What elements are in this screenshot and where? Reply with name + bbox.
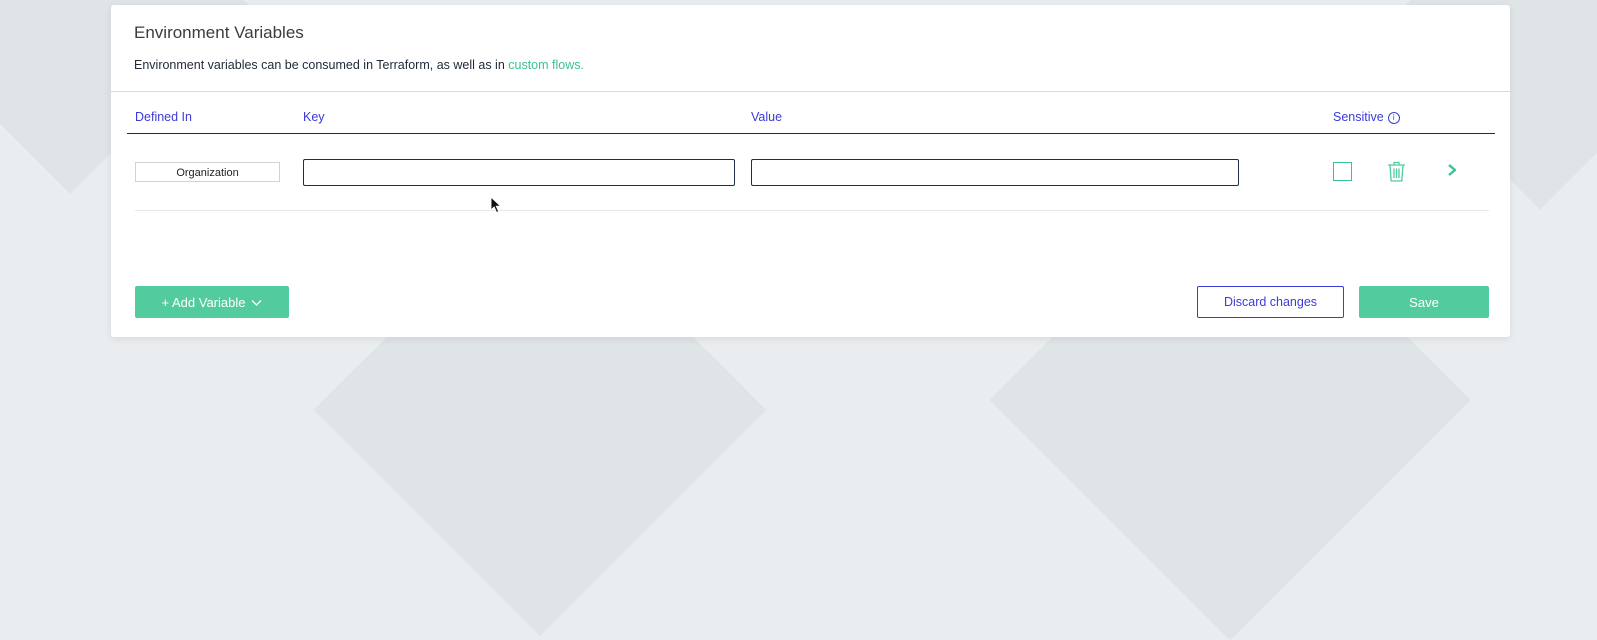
add-variable-button[interactable]: + Add Variable — [135, 286, 289, 318]
header-divider — [127, 133, 1495, 134]
trash-icon[interactable] — [1387, 161, 1406, 182]
value-input[interactable] — [751, 159, 1239, 186]
info-icon[interactable]: i — [1387, 111, 1400, 124]
defined-in-badge: Organization — [135, 162, 280, 182]
panel-title: Environment Variables — [134, 23, 304, 42]
column-header-defined-in: Defined In — [135, 110, 192, 124]
custom-flows-link[interactable]: custom flows. — [508, 58, 584, 72]
key-input[interactable] — [303, 159, 735, 186]
sensitive-label: Sensitive — [1333, 110, 1384, 124]
discard-changes-button[interactable]: Discard changes — [1197, 286, 1344, 318]
row-divider — [135, 210, 1489, 211]
column-header-sensitive: Sensitive i — [1333, 110, 1400, 124]
chevron-down-icon — [252, 300, 262, 306]
column-header-value: Value — [751, 110, 783, 124]
description-text: Environment variables can be consumed in… — [134, 58, 509, 72]
environment-variables-panel: Environment Variables Environment variab… — [111, 5, 1510, 337]
mouse-cursor-icon — [490, 196, 502, 214]
chevron-right-icon[interactable] — [1446, 163, 1458, 177]
divider — [111, 91, 1510, 92]
add-variable-label: + Add Variable — [161, 294, 246, 310]
save-button[interactable]: Save — [1359, 286, 1489, 318]
column-header-key: Key — [303, 110, 325, 124]
sensitive-checkbox[interactable] — [1333, 162, 1352, 181]
panel-description: Environment variables can be consumed in… — [134, 58, 584, 72]
